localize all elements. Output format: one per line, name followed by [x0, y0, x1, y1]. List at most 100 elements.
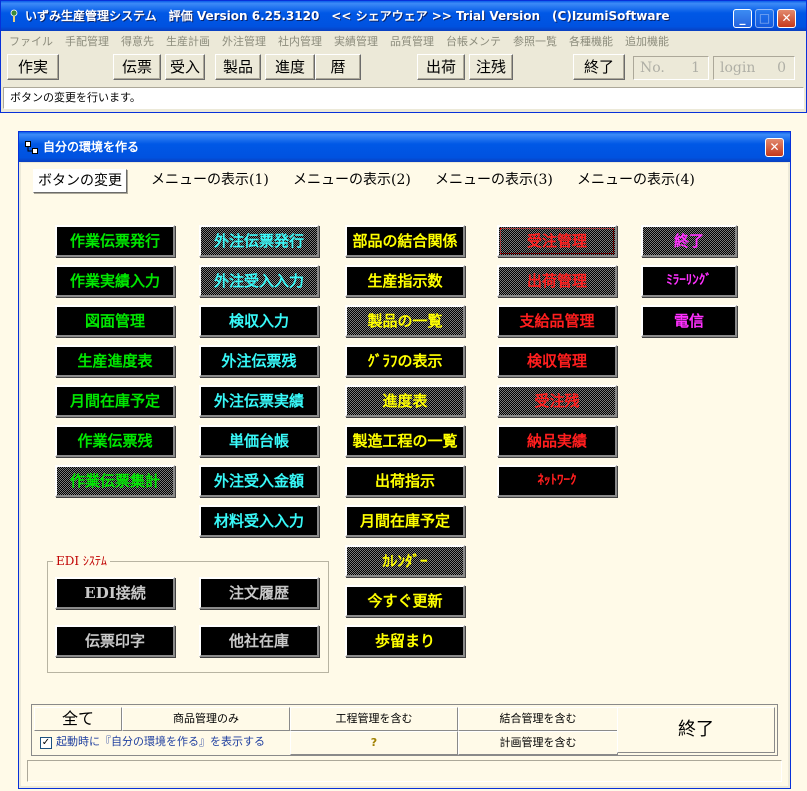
- tab-button-change[interactable]: ボタンの変更: [33, 169, 127, 193]
- menu-reference[interactable]: 参照一覧: [507, 32, 563, 52]
- login-value: 0: [777, 60, 786, 76]
- menu-outsource[interactable]: 外注管理: [216, 32, 272, 52]
- main-window: いずみ生産管理システム 評価 Version 6.25.3120 << シェアウ…: [0, 0, 807, 113]
- menu-plan[interactable]: 生産計画: [160, 32, 216, 52]
- menu-file[interactable]: ファイル: [3, 32, 59, 52]
- btn-juchu-zan[interactable]: 受注残: [497, 385, 617, 417]
- btn-budomari[interactable]: 歩留まり: [345, 625, 465, 657]
- toolbar-shinchoku-button[interactable]: 進度: [265, 54, 315, 80]
- btn-seisan-shiji-su[interactable]: 生産指示数: [345, 265, 465, 297]
- tab-menu-1[interactable]: メニューの表示(1): [147, 169, 273, 193]
- all-button[interactable]: 全て: [34, 707, 122, 731]
- btn-imasugu-koshin[interactable]: 今すぐ更新: [345, 585, 465, 617]
- toolbar-denpyo-button[interactable]: 伝票: [113, 54, 161, 80]
- btn-shukka-shiji[interactable]: 出荷指示: [345, 465, 465, 497]
- toolbar-ukeire-button[interactable]: 受入: [165, 54, 205, 80]
- btn-other-stock[interactable]: 他社在庫: [199, 625, 319, 657]
- dialog-body: ボタンの変更 メニューの表示(1) メニューの表示(2) メニューの表示(3) …: [21, 163, 788, 786]
- login-label: login: [720, 60, 756, 76]
- btn-sagyo-denpyo-shukei[interactable]: 作業伝票集計: [55, 465, 175, 497]
- btn-denshin[interactable]: 電信: [641, 305, 737, 337]
- btn-sagyo-denpyo-zan[interactable]: 作業伝票残: [55, 425, 175, 457]
- btn-gaichu-denpyo-zan[interactable]: 外注伝票残: [199, 345, 319, 377]
- menu-bar: ファイル 手配管理 得意先 生産計画 外注管理 社内管理 実績管理 品質管理 台…: [3, 32, 675, 52]
- btn-juchu-kanri[interactable]: 受注管理: [497, 225, 617, 257]
- dialog-icon: [25, 141, 38, 154]
- btn-seizo-kotei-ichiran[interactable]: 製造工程の一覧: [345, 425, 465, 457]
- btn-mirroring[interactable]: ﾐﾗｰﾘﾝｸﾞ: [641, 265, 737, 297]
- btn-shuryo[interactable]: 終了: [641, 225, 737, 257]
- tab-menu-3[interactable]: メニューの表示(3): [431, 169, 557, 193]
- close-button[interactable]: ✕: [777, 9, 796, 28]
- startup-checkbox-row[interactable]: ✓ 起動時に『自分の環境を作る』を表示する: [34, 731, 288, 755]
- btn-gaichu-denpyo-jisseki[interactable]: 外注伝票実績: [199, 385, 319, 417]
- app-icon: [10, 9, 18, 22]
- minimize-button[interactable]: _: [733, 9, 752, 28]
- dialog-title-bar[interactable]: 自分の環境を作る: [19, 132, 790, 162]
- btn-gaichu-ukeire-kingaku[interactable]: 外注受入金額: [199, 465, 319, 497]
- toolbar-sakujitsu-button[interactable]: 作実: [7, 54, 59, 80]
- btn-seisan-shindo[interactable]: 生産進度表: [55, 345, 175, 377]
- menu-internal[interactable]: 社内管理: [272, 32, 328, 52]
- btn-shindohyo[interactable]: 進度表: [345, 385, 465, 417]
- btn-calendar[interactable]: ｶﾚﾝﾀﾞｰ: [345, 545, 465, 577]
- btn-shikyuhin-kanri[interactable]: 支給品管理: [497, 305, 617, 337]
- dialog-title: 自分の環境を作る: [43, 140, 140, 154]
- product-only-button[interactable]: 商品管理のみ: [122, 707, 290, 731]
- dialog-end-button[interactable]: 終了: [617, 707, 775, 753]
- app-title: いずみ生産管理システム 評価 Version 6.25.3120 << シェアウ…: [25, 9, 670, 23]
- btn-gaichu-ukeire-nyuryoku[interactable]: 外注受入入力: [199, 265, 319, 297]
- tab-menu-4[interactable]: メニューの表示(4): [573, 169, 699, 193]
- process-included-button[interactable]: 工程管理を含む: [290, 707, 458, 731]
- btn-sagyo-denpyo-hakko[interactable]: 作業伝票発行: [55, 225, 175, 257]
- status-bar: ボタンの変更を行います。: [3, 87, 804, 109]
- menu-quality[interactable]: 品質管理: [384, 32, 440, 52]
- toolbar-koyomi-button[interactable]: 暦: [315, 54, 361, 80]
- toolbar-shuryo-button[interactable]: 終了: [573, 54, 625, 80]
- number-value: 1: [691, 60, 700, 76]
- app-title-bar[interactable]: いずみ生産管理システム 評価 Version 6.25.3120 << シェアウ…: [1, 1, 806, 31]
- btn-nohin-jisseki[interactable]: 納品実績: [497, 425, 617, 457]
- btn-gekkan-zaiko-yotei-1[interactable]: 月間在庫予定: [55, 385, 175, 417]
- plan-included-button[interactable]: 計画管理を含む: [458, 731, 618, 755]
- btn-sagyo-jisseki-nyuryoku[interactable]: 作業実績入力: [55, 265, 175, 297]
- menu-functions[interactable]: 各種機能: [563, 32, 619, 52]
- btn-zairyo-ukeire-nyuryoku[interactable]: 材料受入入力: [199, 505, 319, 537]
- toolbar-chuzan-button[interactable]: 注残: [469, 54, 513, 80]
- btn-network[interactable]: ﾈｯﾄﾜｰｸ: [497, 465, 617, 497]
- menu-customer[interactable]: 得意先: [115, 32, 160, 52]
- startup-checkbox[interactable]: ✓: [40, 737, 52, 749]
- btn-kenshu-nyuryoku[interactable]: 検収入力: [199, 305, 319, 337]
- help-icon: ?: [370, 736, 378, 749]
- environment-dialog: 自分の環境を作る ✕ ボタンの変更 メニューの表示(1) メニューの表示(2) …: [18, 131, 791, 789]
- login-field: login 0: [713, 56, 795, 80]
- btn-gaichu-denpyo-hakko[interactable]: 外注伝票発行: [199, 225, 319, 257]
- dialog-close-button[interactable]: ✕: [765, 138, 784, 157]
- tab-menu-2[interactable]: メニューの表示(2): [289, 169, 415, 193]
- number-field: No. 1: [633, 56, 709, 80]
- btn-edi-connect[interactable]: EDI接続: [55, 577, 175, 609]
- btn-seihin-ichiran[interactable]: 製品の一覧: [345, 305, 465, 337]
- btn-buhin-ketsugo-kankei[interactable]: 部品の結合関係: [345, 225, 465, 257]
- dialog-status-bar: [27, 760, 782, 782]
- menu-tehai[interactable]: 手配管理: [59, 32, 115, 52]
- combine-included-button[interactable]: 結合管理を含む: [458, 707, 618, 731]
- btn-tanka-daicho[interactable]: 単価台帳: [199, 425, 319, 457]
- menu-extra[interactable]: 追加機能: [619, 32, 675, 52]
- menu-results[interactable]: 実績管理: [328, 32, 384, 52]
- maximize-button[interactable]: □: [755, 9, 774, 28]
- btn-gekkan-zaiko-yotei-2[interactable]: 月間在庫予定: [345, 505, 465, 537]
- toolbar-shukka-button[interactable]: 出荷: [417, 54, 465, 80]
- toolbar-seihin-button[interactable]: 製品: [215, 54, 261, 80]
- help-button[interactable]: ?: [290, 731, 458, 755]
- menu-ledger[interactable]: 台帳メンテ: [440, 32, 507, 52]
- edi-legend: EDI ｼｽﾃﾑ: [53, 553, 110, 569]
- btn-shukka-kanri[interactable]: 出荷管理: [497, 265, 617, 297]
- btn-kenshu-kanri[interactable]: 検収管理: [497, 345, 617, 377]
- btn-zumen-kanri[interactable]: 図面管理: [55, 305, 175, 337]
- status-text: ボタンの変更を行います。: [10, 91, 141, 104]
- bottom-options-panel: 全て 商品管理のみ 工程管理を含む 結合管理を含む ✓ 起動時に『自分の環境を作…: [31, 704, 778, 756]
- btn-order-history[interactable]: 注文履歴: [199, 577, 319, 609]
- btn-denpyo-print[interactable]: 伝票印字: [55, 625, 175, 657]
- btn-graph-hyoji[interactable]: ｸﾞﾗﾌの表示: [345, 345, 465, 377]
